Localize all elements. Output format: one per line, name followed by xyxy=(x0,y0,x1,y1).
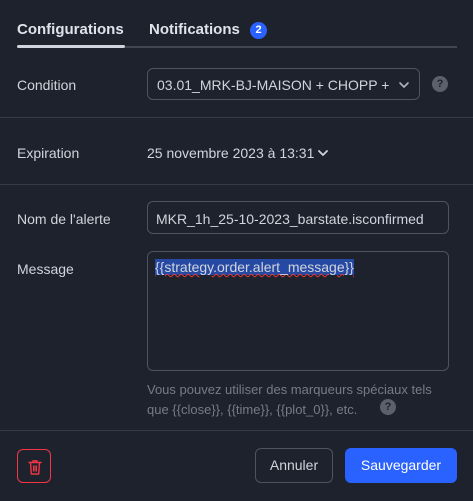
help-icon[interactable]: ? xyxy=(380,399,396,415)
message-value: {{strategy.order.alert_message}} xyxy=(155,259,354,275)
expiration-value[interactable]: 25 novembre 2023 à 13:31 xyxy=(147,145,314,161)
expiration-label: Expiration xyxy=(17,145,80,161)
active-tab-indicator xyxy=(17,45,125,48)
chevron-down-icon xyxy=(399,82,409,88)
footer-divider xyxy=(0,430,473,431)
message-label: Message xyxy=(17,261,74,277)
divider xyxy=(0,184,473,185)
tab-notifications[interactable]: Notifications xyxy=(149,21,240,38)
hint-line-2: que {{close}}, {{time}}, {{plot_0}}, etc… xyxy=(147,402,358,417)
alert-name-input[interactable]: MKR_1h_25-10-2023_barstate.isconfirmed xyxy=(147,201,449,234)
condition-label: Condition xyxy=(17,77,77,93)
tab-bar: Configurations Notifications 2 xyxy=(0,0,473,50)
alert-name-value: MKR_1h_25-10-2023_barstate.isconfirmed xyxy=(156,211,424,227)
placeholder-hint: Vous pouvez utiliser des marqueurs spéci… xyxy=(147,380,447,417)
condition-select[interactable]: 03.01_MRK-BJ-MAISON + CHOPP + V... xyxy=(147,68,420,100)
divider xyxy=(0,117,473,118)
tab-track xyxy=(125,46,457,48)
alert-name-label: Nom de l'alerte xyxy=(17,211,111,227)
trash-icon xyxy=(28,460,42,475)
tab-configurations[interactable]: Configurations xyxy=(17,21,124,38)
delete-alert-button[interactable] xyxy=(17,449,51,483)
cancel-button[interactable]: Annuler xyxy=(255,448,333,483)
hint-line-1: Vous pouvez utiliser des marqueurs spéci… xyxy=(147,382,432,397)
condition-select-value: 03.01_MRK-BJ-MAISON + CHOPP + V... xyxy=(157,77,392,93)
chevron-down-icon[interactable] xyxy=(316,146,330,160)
help-icon[interactable]: ? xyxy=(432,76,448,92)
message-textarea[interactable]: {{strategy.order.alert_message}} xyxy=(147,251,449,371)
save-button[interactable]: Sauvegarder xyxy=(345,448,457,483)
notifications-count-badge: 2 xyxy=(250,22,267,39)
